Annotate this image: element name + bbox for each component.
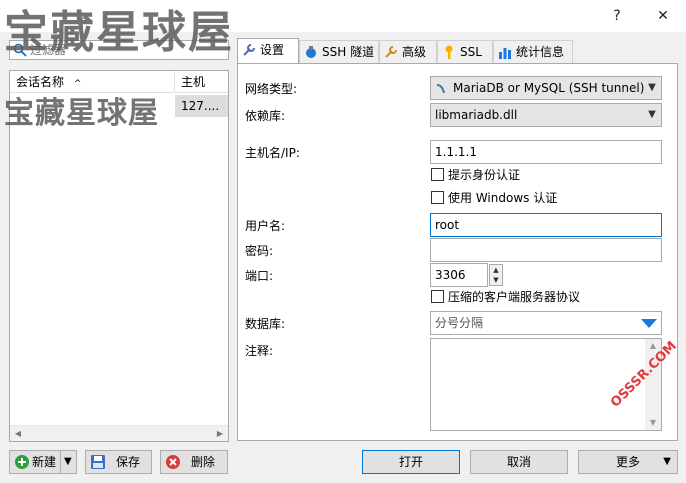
scroll-down-icon[interactable]: ▼: [645, 416, 661, 430]
comment-label: 注释:: [245, 344, 274, 358]
port-spinner[interactable]: ▲ ▼: [489, 264, 503, 286]
tab-settings[interactable]: 设置: [237, 38, 299, 64]
spin-down-icon[interactable]: ▼: [490, 275, 502, 285]
ssh-icon: [306, 45, 316, 58]
key-icon: [445, 45, 453, 59]
database-select[interactable]: 分号分隔: [430, 311, 662, 335]
dolphin-icon: [437, 84, 445, 93]
tab-statistics[interactable]: 统计信息: [493, 40, 573, 64]
dropdown-arrow-icon[interactable]: ▼: [64, 451, 72, 473]
port-label: 端口:: [245, 269, 274, 283]
session-list[interactable]: 会话名称 ^ 主机 127.... ◀ ▶: [9, 70, 229, 442]
host-input[interactable]: 1.1.1.1: [430, 140, 662, 164]
vertical-scrollbar[interactable]: ▲ ▼: [645, 339, 661, 430]
wrench-icon: [385, 45, 397, 58]
host-label: 主机名/IP:: [245, 146, 300, 160]
stats-icon: [499, 47, 511, 59]
network-type-label: 网络类型:: [245, 82, 298, 96]
comment-textarea[interactable]: ▲ ▼: [430, 338, 662, 431]
password-label: 密码:: [245, 244, 274, 258]
tab-advanced[interactable]: 高级: [379, 40, 437, 64]
horizontal-scrollbar[interactable]: ◀ ▶: [10, 425, 228, 441]
wrench-icon: [243, 43, 255, 56]
column-header-session-name[interactable]: 会话名称 ^: [10, 71, 174, 93]
chevron-down-icon: ▼: [648, 109, 656, 120]
user-input[interactable]: root: [430, 213, 662, 237]
filter-input[interactable]: [30, 42, 220, 58]
filter-field[interactable]: [9, 40, 229, 60]
title-bar: ? ✕: [0, 0, 686, 32]
new-session-button[interactable]: 新建 ▼: [9, 450, 77, 474]
cancel-button[interactable]: 取消: [470, 450, 568, 474]
library-select[interactable]: libmariadb.dll ▼: [430, 103, 662, 127]
session-host: 127....: [175, 95, 228, 117]
windows-auth-checkbox[interactable]: 使用 Windows 认证: [431, 191, 557, 207]
compress-checkbox[interactable]: 压缩的客户端服务器协议: [431, 290, 580, 306]
help-button[interactable]: ?: [602, 4, 632, 28]
scroll-right-icon[interactable]: ▶: [212, 426, 228, 442]
dropdown-arrow-icon: ▼: [663, 456, 671, 467]
delete-button[interactable]: 删除: [160, 450, 228, 474]
tab-ssl[interactable]: SSL: [437, 40, 493, 64]
plus-icon: [15, 455, 29, 469]
prompt-auth-checkbox[interactable]: 提示身份认证: [431, 168, 520, 184]
session-list-header: 会话名称 ^ 主机: [10, 71, 228, 93]
network-type-select[interactable]: MariaDB or MySQL (SSH tunnel) ▼: [430, 76, 662, 100]
open-button[interactable]: 打开: [362, 450, 460, 474]
search-icon: [13, 43, 27, 57]
library-label: 依赖库:: [245, 109, 286, 123]
spin-up-icon[interactable]: ▲: [490, 265, 502, 275]
scroll-up-icon[interactable]: ▲: [645, 339, 661, 353]
floppy-disk-icon: [91, 455, 105, 469]
user-label: 用户名:: [245, 219, 286, 233]
tab-ssh-tunnel[interactable]: SSH 隧道: [299, 40, 379, 64]
delete-icon: [166, 455, 180, 469]
session-row[interactable]: 127....: [10, 95, 228, 117]
chevron-down-icon: ▼: [648, 82, 656, 93]
more-button[interactable]: 更多 ▼: [578, 450, 678, 474]
port-input[interactable]: 3306: [430, 263, 488, 287]
sort-ascending-icon: ^: [73, 79, 82, 89]
database-label: 数据库:: [245, 317, 286, 331]
save-button[interactable]: 保存: [85, 450, 152, 474]
column-header-host[interactable]: 主机: [175, 71, 228, 93]
scroll-left-icon[interactable]: ◀: [10, 426, 26, 442]
close-button[interactable]: ✕: [648, 4, 678, 28]
dropdown-triangle-icon: [641, 319, 657, 328]
password-input[interactable]: [430, 238, 662, 262]
